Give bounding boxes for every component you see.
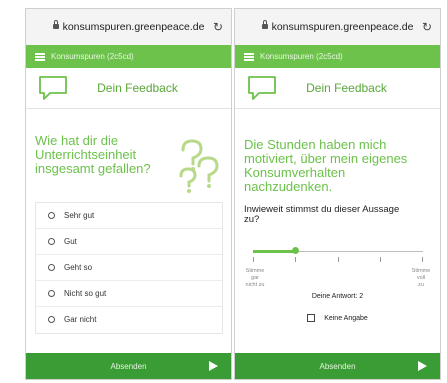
no-answer-checkbox[interactable] [307,314,316,322]
answer-options: Sehr gut Gut Geht so Nicht so gut Gar ni… [35,202,223,334]
send-arrow-icon [209,361,218,371]
feedback-header: Dein Feedback [26,68,231,109]
agreement-question: Inwieweit stimmst du dieser Aussage zu? [244,204,400,225]
slider-tick [422,257,423,262]
radio-button[interactable] [48,290,55,297]
feedback-title: Dein Feedback [97,81,178,95]
no-answer-label: Keine Angabe [324,314,368,322]
lock-icon [52,19,59,29]
url-text: konsumspuren.greenpeace.de [271,21,414,33]
question-text: Wie hat dir die Unterrichtseinheit insge… [35,133,151,176]
answer-readout: Deine Antwort: 2 [311,293,364,300]
lock-icon [261,19,268,29]
radio-button[interactable] [48,212,55,219]
phone-screen-right: konsumspuren.greenpeace.de ↻ Konsumspure… [234,8,441,380]
radio-button[interactable] [48,238,55,245]
feedback-title: Dein Feedback [306,81,387,95]
agreement-slider[interactable] [253,245,423,275]
scale-min-label: Stimme gar nicht zu [245,268,265,288]
submit-button[interactable]: Absenden [235,353,440,379]
reload-icon[interactable]: ↻ [422,20,432,34]
option-gut[interactable]: Gut [36,229,222,255]
option-gar-nicht[interactable]: Gar nicht [36,307,222,332]
address-bar[interactable]: konsumspuren.greenpeace.de ↻ [26,9,231,45]
slider-tick [253,257,254,262]
app-title: Konsumspuren (2c5cd) [260,52,343,61]
address-bar[interactable]: konsumspuren.greenpeace.de ↻ [235,9,440,45]
send-arrow-icon [418,361,427,371]
slider-tick [295,257,296,262]
speech-bubble-icon [248,76,276,100]
option-sehr-gut[interactable]: Sehr gut [36,203,222,229]
option-nicht-so-gut[interactable]: Nicht so gut [36,281,222,307]
radio-button[interactable] [48,316,55,323]
menu-icon[interactable] [244,53,254,61]
scale-max-label: Stimme voll zu [411,268,431,288]
feedback-header: Dein Feedback [235,68,440,109]
slider-tick [338,257,339,262]
slider-fill [253,250,296,253]
question-marks-icon [179,139,219,193]
app-header: Konsumspuren (2c5cd) [26,45,231,68]
submit-label: Absenden [110,361,147,371]
phone-screen-left: konsumspuren.greenpeace.de ↻ Konsumspure… [25,8,232,380]
speech-bubble-icon [39,76,67,100]
app-header: Konsumspuren (2c5cd) [235,45,440,68]
slider-thumb[interactable] [292,247,300,254]
app-title: Konsumspuren (2c5cd) [51,52,134,61]
slider-tick [380,257,381,262]
submit-label: Absenden [319,361,356,371]
submit-button[interactable]: Absenden [26,353,231,379]
no-answer-option[interactable]: Keine Angabe [235,314,440,322]
reload-icon[interactable]: ↻ [213,20,223,34]
url-text: konsumspuren.greenpeace.de [62,21,205,33]
statement-text: Die Stunden haben mich motiviert, über m… [244,137,408,194]
menu-icon[interactable] [35,53,45,61]
option-geht-so[interactable]: Geht so [36,255,222,281]
radio-button[interactable] [48,264,55,271]
